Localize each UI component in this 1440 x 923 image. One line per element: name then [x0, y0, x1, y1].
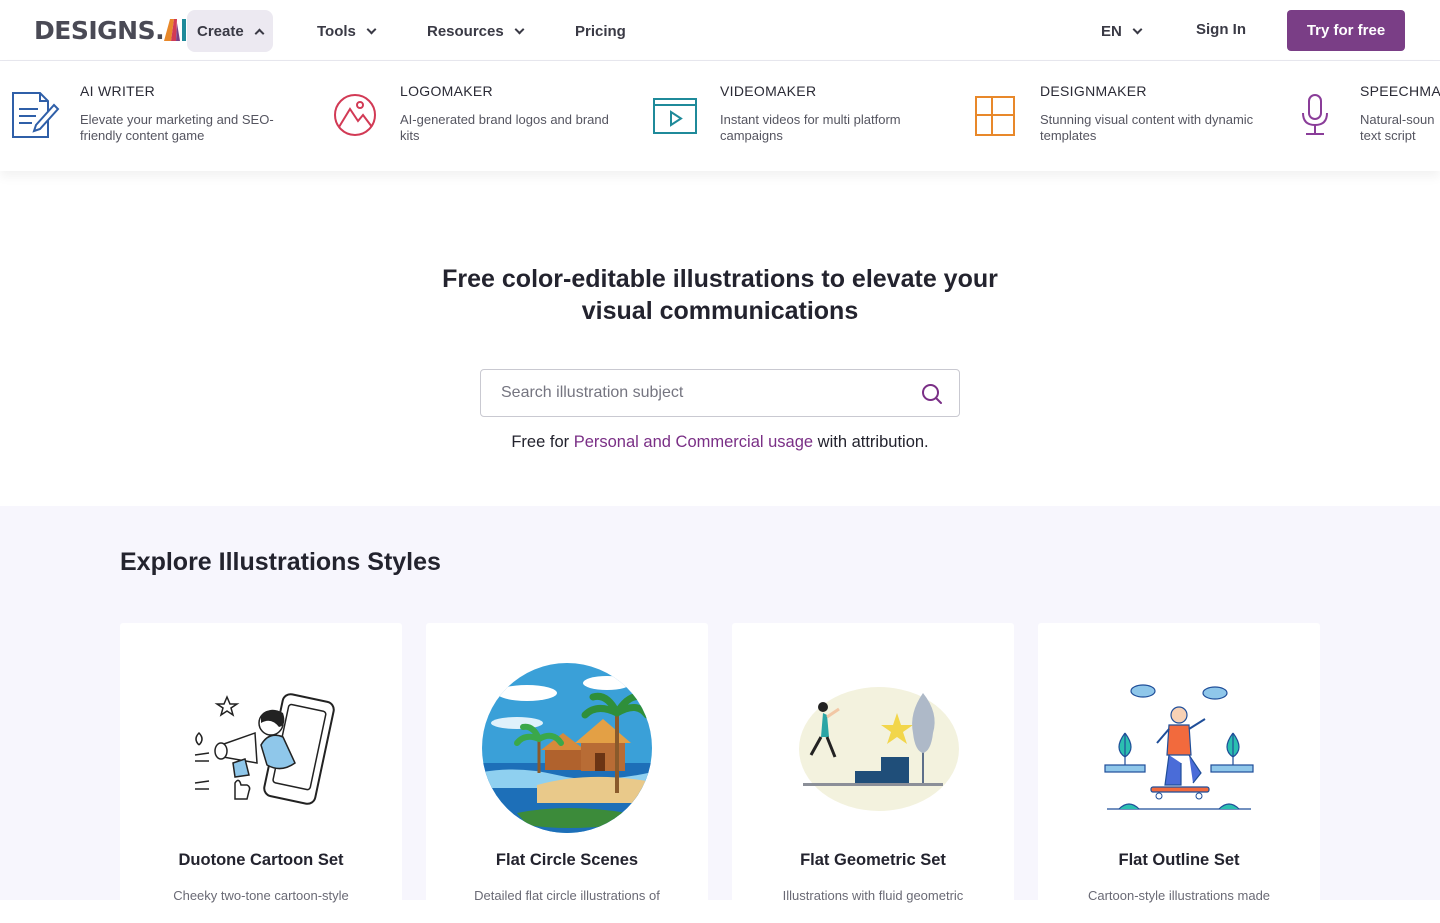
card-title: Flat Geometric Set — [800, 851, 946, 869]
hero-title-line-1: Free color-editable illustrations to ele… — [442, 265, 998, 293]
product-name: DESIGNMAKER — [1040, 83, 1147, 99]
sign-in-link[interactable]: Sign In — [1196, 21, 1246, 38]
logo-text: DESIGNS. — [34, 15, 165, 45]
nav-pricing-label: Pricing — [575, 22, 626, 40]
try-for-free-button[interactable]: Try for free — [1287, 10, 1405, 51]
card-description: Detailed flat circle illustrations of — [474, 888, 660, 903]
product-logomaker[interactable]: LOGOMAKER AI-generated brand logos and b… — [330, 61, 630, 171]
product-videomaker[interactable]: VIDEOMAKER Instant videos for multi plat… — [650, 61, 950, 171]
nav-resources[interactable]: Resources — [427, 10, 525, 52]
product-description: Instant videos for multi platform campai… — [720, 112, 901, 143]
product-description: Elevate your marketing and SEO-friendly … — [80, 112, 274, 143]
explore-heading: Explore Illustrations Styles — [120, 548, 441, 576]
nav-tools-label: Tools — [317, 22, 356, 40]
flat-circle-scene-illustration — [482, 663, 652, 833]
nav-create[interactable]: Create — [187, 10, 273, 52]
product-designmaker[interactable]: DESIGNMAKER Stunning visual content with… — [970, 61, 1270, 171]
hero-title-line-2: visual communications — [581, 297, 859, 325]
chevron-up-icon — [254, 28, 265, 38]
card-title: Flat Circle Scenes — [495, 851, 639, 869]
product-description: AI-generated brand logos and brand kits — [400, 112, 609, 143]
nav-resources-label: Resources — [427, 22, 504, 40]
product-name: VIDEOMAKER — [720, 83, 817, 99]
card-description: Illustrations with fluid geometric — [782, 888, 964, 903]
nav-tools[interactable]: Tools — [317, 10, 377, 52]
language-label: EN — [1101, 22, 1122, 40]
usage-note: Free for Personal and Commercial usage w… — [380, 433, 1060, 452]
usage-license-link[interactable]: Personal and Commercial usage — [574, 433, 813, 451]
product-description: Stunning visual content with dynamic tem… — [1040, 112, 1254, 143]
product-ai-writer[interactable]: AI WRITER Elevate your marketing and SEO… — [10, 61, 310, 171]
microphone-icon — [1302, 94, 1328, 135]
document-pen-icon — [12, 92, 60, 138]
top-navigation: DESIGNS. Create Tools Resources Pricing … — [0, 0, 1440, 61]
mountain-circle-icon — [334, 94, 376, 136]
product-description: Natural-soun text script — [1360, 112, 1435, 143]
logo-ai-mark — [164, 19, 188, 41]
layout-grid-icon — [975, 96, 1015, 136]
style-card-flat-circle-scenes[interactable]: Flat Circle Scenes Detailed flat circle … — [426, 623, 708, 923]
chevron-down-icon — [1132, 24, 1143, 34]
product-name: AI WRITER — [80, 83, 156, 99]
product-name: LOGOMAKER — [400, 83, 493, 99]
usage-prefix: Free for — [511, 433, 574, 451]
product-speechmaker[interactable]: SPEECHMA Natural-soun text script — [1290, 61, 1440, 171]
style-card-duotone-cartoon[interactable]: Duotone Cartoon Set Cheeky two-tone cart… — [120, 623, 402, 923]
style-card-flat-outline[interactable]: Flat Outline Set Cartoon-style illustrat… — [1038, 623, 1320, 923]
usage-suffix: with attribution. — [813, 433, 929, 451]
flat-outline-illustration — [1104, 684, 1254, 810]
chevron-down-icon — [514, 24, 525, 34]
style-card-flat-geometric[interactable]: Flat Geometric Set Illustrations with fl… — [732, 623, 1014, 923]
logo-ai-glyph — [164, 19, 187, 41]
card-title: Duotone Cartoon Set — [178, 851, 344, 869]
nav-create-label: Create — [197, 22, 244, 40]
product-name: SPEECHMA — [1360, 83, 1440, 99]
flat-geometric-illustration — [799, 687, 959, 811]
create-mega-menu: AI WRITER Elevate your marketing and SEO… — [0, 61, 1440, 171]
card-title: Flat Outline Set — [1118, 851, 1240, 869]
explore-styles-section: Explore Illustrations Styles Duotone Car… — [0, 506, 1440, 923]
illustration-search-box — [480, 369, 960, 417]
hero-title: Free color-editable illustrations to ele… — [370, 263, 1070, 327]
card-description: Cheeky two-tone cartoon-style — [173, 888, 349, 903]
search-icon[interactable] — [921, 383, 943, 405]
nav-pricing[interactable]: Pricing — [575, 10, 626, 52]
duotone-cartoon-illustration — [194, 693, 335, 805]
card-description: Cartoon-style illustrations made — [1087, 888, 1271, 903]
video-play-icon — [653, 98, 697, 134]
search-input[interactable] — [481, 370, 901, 416]
language-selector[interactable]: EN — [1101, 10, 1143, 52]
chevron-down-icon — [366, 24, 377, 34]
designs-ai-logo[interactable]: DESIGNS. — [34, 15, 188, 45]
